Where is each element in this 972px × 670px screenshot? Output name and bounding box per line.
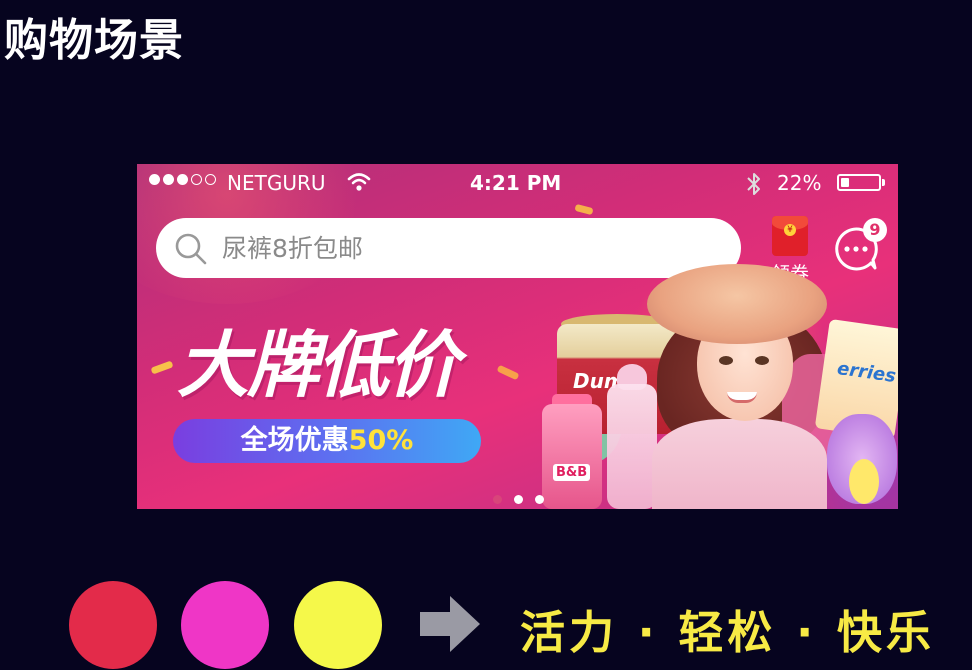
bottle-label: B&B [553, 464, 591, 481]
confetti-decoration [496, 364, 520, 381]
signal-dot [163, 174, 174, 185]
battery-level [841, 178, 849, 187]
message-count-badge: 9 [863, 218, 887, 242]
color-swatch-red [69, 581, 157, 669]
feeding-bottle [607, 384, 657, 509]
confetti-decoration [150, 360, 174, 375]
carousel-dot[interactable] [514, 495, 523, 504]
carousel-dot[interactable] [493, 495, 502, 504]
red-envelope-icon: ¥ [772, 216, 808, 256]
right-arrow-icon [420, 596, 480, 656]
carousel-dot[interactable] [535, 495, 544, 504]
clock: 4:21 PM [470, 171, 562, 195]
shopping-banner-screenshot: NETGURU 4:21 PM 22% 尿裤8折包邮 ¥ 9 大牌低价 全场优惠… [137, 164, 898, 509]
child-eye [719, 356, 733, 365]
signal-dot [177, 174, 188, 185]
signal-dot [205, 174, 216, 185]
battery-tip [882, 179, 885, 186]
signal-dot [149, 174, 160, 185]
promo-text: 全场优惠 [240, 425, 349, 456]
child-eye [755, 356, 769, 365]
color-swatch-magenta [181, 581, 269, 669]
banner-headline: 大牌低价 [177, 323, 459, 407]
signal-strength-icon [149, 174, 216, 185]
product-illustration[interactable]: Dume B&B erries [537, 264, 898, 509]
coin-icon: ¥ [784, 224, 796, 236]
promo-pill[interactable]: 全场优惠50% [173, 419, 481, 463]
battery-icon [837, 174, 881, 191]
color-swatch-yellow [294, 581, 382, 669]
signal-dot [191, 174, 202, 185]
confetti-decoration [574, 203, 594, 216]
child-sun-hat [647, 264, 827, 344]
promo-percent: 50% [348, 425, 414, 456]
carrier-name: NETGURU [227, 171, 326, 195]
slogan: 活力 · 轻松 · 快乐 [520, 606, 935, 659]
carousel-indicator [493, 495, 544, 504]
search-icon [174, 232, 208, 270]
battery-percent: 22% [777, 171, 822, 195]
child-dress [652, 419, 827, 509]
wifi-icon [347, 172, 371, 197]
seahorse-belly [849, 459, 879, 504]
search-input[interactable] [222, 233, 722, 263]
status-bar: NETGURU 4:21 PM 22% [137, 164, 898, 204]
bluetooth-icon [745, 170, 763, 203]
pink-bottle [542, 404, 602, 509]
slide-title: 购物场景 [4, 15, 184, 66]
